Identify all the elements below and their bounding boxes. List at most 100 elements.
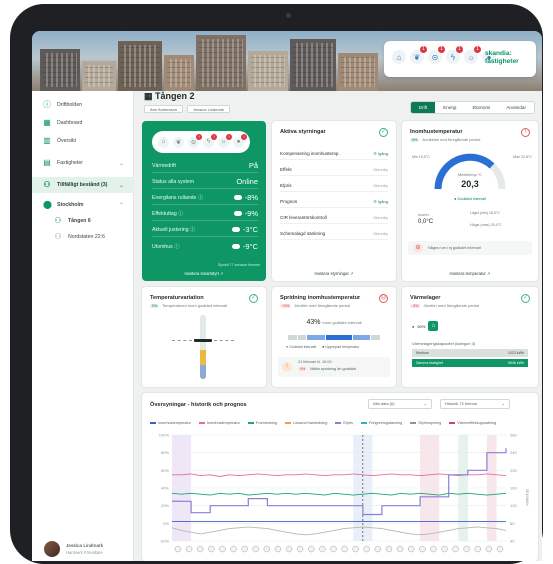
legend-item[interactable]: Inomhustemperatur: [198, 421, 240, 425]
capacity-row: Samma fastighet 9546 kWh: [412, 359, 528, 367]
question-icon: ⓘ: [43, 100, 51, 109]
header-status-card: ⌂ ❦ 1 ⊝ 1 ϟ1 ☼ 1 ● skandia: fastigheter: [384, 41, 536, 77]
building-icon: ▦: [144, 91, 156, 101]
gauge-min: Min 19,5°C: [412, 155, 430, 159]
variation-bar: [200, 315, 206, 379]
legend-swatch: [247, 422, 254, 424]
legend-item[interactable]: Styrinstyrning: [410, 421, 441, 425]
manage-controls-link[interactable]: Hantera styrningar ↗: [272, 271, 396, 276]
owner-chip[interactable]: Jessica Lindmark: [187, 105, 231, 113]
manage-temperature-link[interactable]: Hantera temperatur ↗: [402, 271, 538, 276]
sidebar-item-nordstaten[interactable]: ⚇ Nordstaten 22:6: [32, 229, 134, 245]
legend-item[interactable]: Inomhustemperatur: [150, 421, 191, 425]
legend-swatch: [150, 422, 156, 424]
weather-icon: [319, 545, 326, 553]
weather-icon: [374, 545, 382, 553]
weather-icon: [263, 545, 271, 553]
legend-item[interactable]: Lokamd framledning: [284, 421, 327, 425]
legend-item[interactable]: Fringreningstaxning: [360, 421, 402, 425]
control-label: Kompensering inomhustemp.: [280, 150, 340, 156]
house-icon[interactable]: ⌂: [158, 136, 169, 148]
control-row[interactable]: CIR leverantörskontroll Standby: [280, 211, 388, 224]
lightning-icon[interactable]: ϟ!: [203, 133, 217, 148]
sun-icon[interactable]: ☼ 1: [464, 46, 481, 64]
sidebar-item-stockholm[interactable]: ⬤ Stockholm ⌃: [32, 197, 134, 213]
control-row[interactable]: Prognos ⟳ Igång: [280, 195, 388, 208]
weather-icon: [285, 545, 293, 553]
owner-chips: Ann Andersson Jessica Lindmark: [144, 105, 231, 113]
owner-chip[interactable]: Ann Andersson: [144, 105, 184, 113]
house-icon[interactable]: ⌂: [392, 50, 406, 64]
warning-icon: !: [282, 362, 292, 372]
variation-low: [200, 365, 206, 379]
variation-marker: [194, 339, 212, 342]
data-select[interactable]: Alla data (6) ⌄: [368, 399, 432, 409]
weather-icon: [407, 545, 415, 553]
control-row[interactable]: Schemalagd sänkning Standby: [280, 227, 388, 240]
thermometer-icon[interactable]: ⊝ 1: [428, 46, 445, 64]
sidebar-item-oversikt[interactable]: ▥ Översikt: [32, 133, 134, 149]
legend-label: Elpris: [343, 421, 353, 425]
people-icon: ⚇: [54, 232, 62, 241]
sidebar-item-tangen[interactable]: ⚇ Tången 6: [32, 213, 134, 229]
card-title: Spridning inomhustemperatur: [280, 295, 361, 301]
control-row[interactable]: Effekt Standby: [280, 163, 388, 176]
toggle-icon[interactable]: [233, 195, 242, 200]
tab-ekonomi[interactable]: Ekonomi: [464, 102, 498, 113]
sidebar-item-driftbolden[interactable]: ⓘ Driftbolden: [32, 97, 134, 113]
y-right-tick-label: 240: [510, 450, 517, 455]
weather-icon: [185, 545, 193, 553]
lowest-value: Lägst (min) 18,5°C: [470, 211, 500, 215]
chevron-down-icon: ⌄: [118, 160, 124, 167]
control-status: Standby: [373, 230, 388, 236]
control-row[interactable]: Elpris Standby: [280, 179, 388, 192]
user-name: Jessica Lindmark: [66, 544, 104, 549]
sidebar-item-dashboard[interactable]: ▦ Dashboard: [32, 115, 134, 131]
legend-item[interactable]: Värmeeffektuppsatning: [449, 421, 496, 425]
y-right-tick-label: 80: [510, 521, 515, 526]
weather-icon: [485, 545, 493, 553]
toggle-icon[interactable]: [231, 243, 240, 249]
manage-smart-link[interactable]: Hantera smartstyrt ↗: [142, 271, 266, 276]
tab-energi[interactable]: Energi: [435, 102, 464, 113]
legend-item[interactable]: Framledning: [247, 421, 277, 425]
tab-anvandar[interactable]: Användar: [498, 102, 534, 113]
period-select[interactable]: Historik 72 timmar ⌄: [440, 399, 510, 409]
weather-icon: [296, 545, 304, 553]
gauge-value: 20,3: [461, 179, 479, 189]
thermometer-icon[interactable]: ⊝!: [188, 133, 202, 148]
history-chart: 100% 280 80% 240 60% 200 40% 160 20% 120 0% 80 -20% 4…: [159, 433, 529, 553]
leaf-icon[interactable]: ❦: [173, 136, 184, 148]
card-title: Aktiva styrningar: [280, 129, 326, 135]
control-row[interactable]: Kompensering inomhustemp. ⟳ Igång: [280, 147, 388, 160]
legend-swatch: [335, 422, 342, 424]
legend-item[interactable]: Elpris: [335, 421, 353, 425]
y-tick-label: 60%: [161, 468, 169, 473]
heat-percent: ● 60% ⌂: [412, 321, 439, 331]
sidebar-item-tillfalligt[interactable]: ⚇ Tillfälligt bestånd (3) ⌄: [32, 177, 134, 193]
user-profile[interactable]: Jessica Lindmark Hantverk Förvaltare: [44, 541, 103, 557]
weather-icon: [330, 545, 337, 553]
weather-icon: [419, 545, 426, 553]
chevron-down-icon: ⌄: [118, 182, 124, 189]
series-line: [171, 492, 507, 496]
check-icon: ✓: [521, 294, 530, 303]
weather-icon: [396, 545, 404, 553]
sidebar-item-fastigheter[interactable]: ▤ Fastigheter ⌄: [32, 155, 134, 171]
spread-alert: ! 21 februari kl. 10:00 0% Mätta spridnin…: [278, 357, 390, 377]
status-card: ⌂ ❦ ⊝! ϟ! ☼! ●! Värmedrift På Status alla…: [142, 121, 266, 281]
check-icon: ✓: [249, 294, 258, 303]
drop-icon[interactable]: ●!: [233, 133, 247, 148]
card-title: Värmelager: [410, 295, 441, 301]
status-row: Värmedrift På: [152, 159, 258, 173]
sun-icon[interactable]: ☼!: [218, 133, 232, 148]
toggle-icon[interactable]: [231, 227, 240, 232]
lightning-icon[interactable]: ϟ1: [446, 46, 463, 64]
y-tick-label: 20%: [161, 503, 169, 508]
tab-drift[interactable]: Drift: [410, 102, 436, 113]
leaf-icon[interactable]: ❦ 1: [410, 46, 427, 64]
weather-icon: [474, 545, 482, 553]
weather-icon: [241, 545, 248, 553]
toggle-icon[interactable]: [233, 211, 242, 216]
indoor-temperature-card: Inomhustemperatur ! 5% Avvikelse mot före…: [402, 121, 538, 281]
